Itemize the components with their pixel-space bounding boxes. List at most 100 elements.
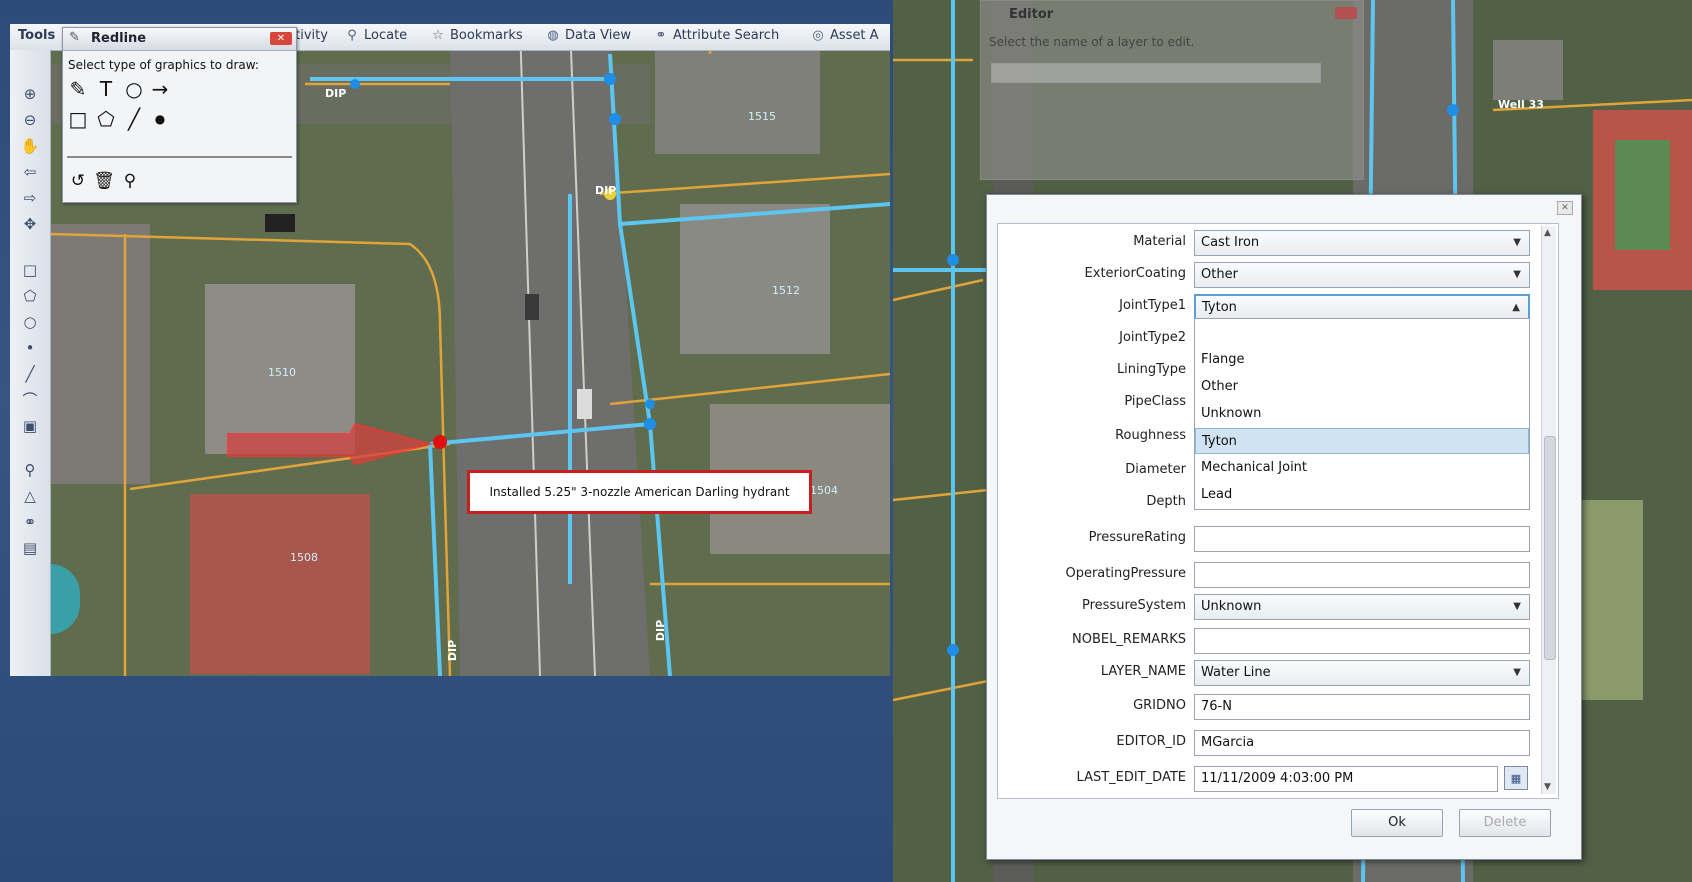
parcel-label: 1504: [810, 484, 838, 497]
attribute-dialog: ✕ Material Cast Iron ▼ ExteriorCoating Ot…: [986, 194, 1582, 860]
print-icon[interactable]: ▤: [20, 538, 40, 558]
field-label: LAYER_NAME: [1100, 664, 1186, 679]
field-label: NOBEL_REMARKS: [1072, 632, 1186, 647]
field-label: PressureSystem: [1082, 598, 1186, 613]
field-row: NOBEL_REMARKS: [998, 626, 1538, 654]
field-label: Depth: [1146, 494, 1186, 509]
select-polygon-icon[interactable]: ⬠: [20, 286, 40, 306]
map-label-well: Well 33: [1498, 98, 1544, 111]
zoom-out-icon[interactable]: ⊖: [20, 110, 40, 130]
toolbar-locate[interactable]: ⚲ Locate: [344, 28, 407, 43]
dropdown-option[interactable]: Unknown: [1195, 401, 1529, 427]
delete-button[interactable]: Delete: [1459, 809, 1551, 837]
arrow-tool-icon[interactable]: →: [147, 76, 173, 102]
chevron-down-icon: ▼: [1513, 237, 1521, 248]
close-icon[interactable]: ✕: [1557, 201, 1573, 215]
undo-icon[interactable]: ↺: [65, 168, 91, 194]
binoculars-icon[interactable]: ⚭: [20, 512, 40, 532]
toolbar-attribute-search[interactable]: ⚭ Attribute Search: [653, 28, 780, 43]
field-label: Diameter: [1125, 462, 1186, 477]
chevron-down-icon: ▼: [1513, 269, 1521, 280]
layer-name-select[interactable]: Water Line ▼: [1194, 660, 1530, 686]
remarks-input[interactable]: [1194, 628, 1530, 654]
globe-icon: ◍: [547, 28, 559, 43]
forward-arrow-icon[interactable]: ⇨: [20, 188, 40, 208]
operating-pressure-input[interactable]: [1194, 562, 1530, 588]
pressure-rating-input[interactable]: [1194, 526, 1530, 552]
editor-message: Select the name of a layer to edit.: [989, 35, 1195, 49]
field-row: PressureSystem Unknown ▼: [998, 592, 1538, 620]
parcel-label: 1510: [268, 366, 296, 379]
star-icon: ☆: [432, 28, 444, 43]
field-label: EDITOR_ID: [1116, 734, 1186, 749]
material-select[interactable]: Cast Iron ▼: [1194, 230, 1530, 256]
joint-type1-dropdown[interactable]: Flange Other Unknown Tyton Mechanical Jo…: [1194, 318, 1530, 510]
tools-menu[interactable]: Tools: [18, 28, 55, 43]
clear-selection-icon[interactable]: ▣: [20, 416, 40, 436]
select-rectangle-icon[interactable]: □: [20, 260, 40, 280]
ok-button[interactable]: Ok: [1351, 809, 1443, 837]
redline-panel: ✎ Redline ✕ Select type of graphics to d…: [62, 27, 297, 203]
full-extent-icon[interactable]: ✥: [20, 214, 40, 234]
binoculars-icon: ⚭: [655, 28, 667, 43]
dropdown-option[interactable]: Other: [1195, 374, 1529, 400]
redline-title: Redline: [91, 31, 147, 46]
pipe-label: DIP: [446, 639, 460, 662]
field-label: GRIDNO: [1133, 698, 1186, 713]
editor-title: Editor: [1009, 7, 1054, 22]
measure-icon[interactable]: △: [20, 486, 40, 506]
material-value: Cast Iron: [1201, 235, 1260, 250]
polygon-tool-icon[interactable]: ⬠: [93, 106, 119, 132]
identify-icon[interactable]: ⚲: [20, 460, 40, 480]
form-scrollbar[interactable]: ▲ ▼: [1541, 226, 1556, 794]
calendar-icon[interactable]: ▦: [1504, 766, 1528, 790]
freehand-pen-icon[interactable]: ✎: [65, 76, 91, 102]
back-arrow-icon[interactable]: ⇦: [20, 162, 40, 182]
field-label: LAST_EDIT_DATE: [1076, 770, 1186, 785]
text-tool-icon[interactable]: T: [93, 76, 119, 102]
gridno-input[interactable]: 76-N: [1194, 694, 1530, 720]
scroll-up-icon[interactable]: ▲: [1544, 228, 1551, 238]
toolbar-data-view[interactable]: ◍ Data View: [545, 28, 631, 43]
field-label: JointType1: [1119, 298, 1186, 313]
close-icon[interactable]: [1335, 7, 1357, 19]
zoom-in-icon[interactable]: ⊕: [20, 84, 40, 104]
toolbar-asset[interactable]: ◎ Asset A: [810, 28, 878, 43]
rectangle-tool-icon[interactable]: □: [65, 106, 91, 132]
point-tool-icon[interactable]: ●: [147, 106, 173, 132]
dropdown-option[interactable]: Lead: [1195, 482, 1529, 508]
dropdown-option[interactable]: Flange: [1195, 347, 1529, 373]
circle-tool-icon[interactable]: ○: [121, 76, 147, 102]
trash-icon[interactable]: 🗑: [91, 168, 117, 194]
select-lasso-icon[interactable]: ○: [20, 312, 40, 332]
select-freehand-icon[interactable]: ⌒: [20, 390, 40, 410]
toolbar-bookmarks-label: Bookmarks: [450, 28, 523, 43]
pan-hand-icon[interactable]: ✋: [20, 136, 40, 156]
chevron-down-icon: ▼: [1513, 667, 1521, 678]
field-row: ExteriorCoating Other ▼: [998, 260, 1538, 288]
toolbar-bookmarks[interactable]: ☆ Bookmarks: [430, 28, 523, 43]
asset-icon: ◎: [812, 28, 824, 43]
close-icon[interactable]: ✕: [270, 32, 292, 45]
redline-prompt: Select type of graphics to draw:: [68, 58, 259, 72]
pen-icon: ✎: [69, 30, 80, 45]
pipe-label: DIP: [595, 184, 617, 197]
redline-header[interactable]: ✎ Redline ✕: [63, 28, 296, 51]
field-row: OperatingPressure: [998, 560, 1538, 588]
attach-icon[interactable]: ⚲: [117, 168, 143, 194]
scrollbar-thumb[interactable]: [1544, 436, 1556, 660]
toolbar-locate-label: Locate: [364, 28, 408, 43]
select-point-icon[interactable]: •: [20, 338, 40, 358]
dropdown-option[interactable]: Mechanical Joint: [1195, 455, 1529, 481]
last-edit-date-input[interactable]: 11/11/2009 4:03:00 PM: [1194, 766, 1498, 792]
scroll-down-icon[interactable]: ▼: [1544, 782, 1551, 792]
pressure-system-select[interactable]: Unknown ▼: [1194, 594, 1530, 620]
select-line-icon[interactable]: ╱: [20, 364, 40, 384]
editor-id-input[interactable]: MGarcia: [1194, 730, 1530, 756]
line-tool-icon[interactable]: ╱: [121, 106, 147, 132]
layer-select[interactable]: [991, 63, 1321, 83]
exterior-coating-value: Other: [1201, 267, 1238, 282]
dropdown-option-selected[interactable]: Tyton: [1195, 428, 1529, 454]
exterior-coating-select[interactable]: Other ▼: [1194, 262, 1530, 288]
joint-type1-select[interactable]: Tyton ▲: [1194, 294, 1530, 320]
